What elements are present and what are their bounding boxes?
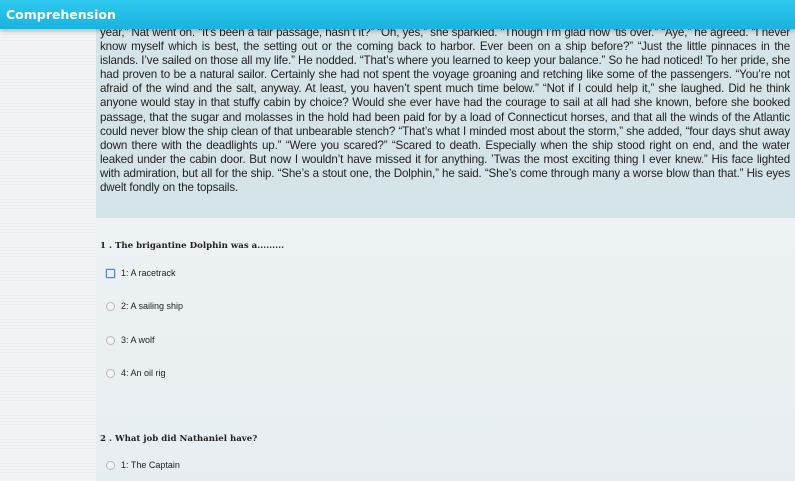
option-label: 2: A sailing ship	[121, 301, 184, 311]
app-header: Comprehension	[0, 0, 795, 29]
option-label: 1: A racetrack	[121, 268, 176, 278]
question-2: 2 . What job did Nathaniel have?	[100, 434, 257, 444]
radio-button[interactable]	[106, 268, 115, 278]
passage-panel: year,” Nat went on. “It’s been a fair pa…	[96, 29, 795, 218]
left-sidebar	[0, 29, 96, 481]
question-1: 1 . The brigantine Dolphin was a........…	[100, 241, 284, 251]
option-q2-1[interactable]: 1: The Captain	[106, 458, 180, 472]
radio-button[interactable]	[106, 335, 115, 345]
option-q1-1[interactable]: 1: A racetrack	[106, 266, 176, 280]
option-label: 4: An oil rig	[121, 368, 166, 378]
question-number: 2 .	[100, 434, 112, 444]
question-number: 1 .	[100, 241, 112, 251]
question-text: What job did Nathaniel have?	[114, 434, 258, 444]
radio-button[interactable]	[106, 460, 115, 470]
radio-button[interactable]	[106, 368, 115, 378]
question-text: The brigantine Dolphin was a.........	[114, 241, 285, 251]
option-label: 1: The Captain	[121, 460, 180, 470]
option-q1-2[interactable]: 2: A sailing ship	[106, 299, 183, 313]
radio-button[interactable]	[106, 301, 115, 311]
option-label: 3: A wolf	[121, 335, 155, 345]
main-content[interactable]: year,” Nat went on. “It’s been a fair pa…	[96, 29, 795, 481]
option-q1-4[interactable]: 4: An oil rig	[106, 366, 166, 380]
app-title: Comprehension	[6, 7, 116, 22]
option-q1-3[interactable]: 3: A wolf	[106, 333, 155, 347]
passage-text: year,” Nat went on. “It’s been a fair pa…	[100, 29, 790, 195]
